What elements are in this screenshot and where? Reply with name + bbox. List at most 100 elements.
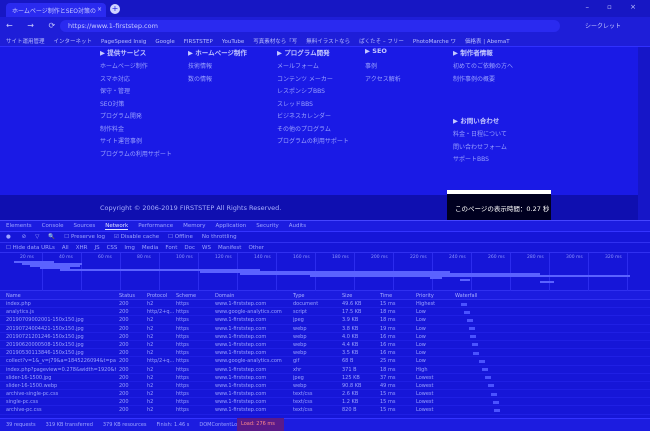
nav-link[interactable]: アクセス解析: [365, 74, 401, 87]
table-row[interactable]: 20190620000508-150x150.jpg 200 h2 https www.…: [0, 341, 650, 350]
cell-size: 49.6 KB: [342, 301, 362, 307]
nav-link[interactable]: 問い合わせフォーム: [453, 142, 507, 155]
tab-console[interactable]: Console: [42, 223, 64, 229]
nav-link[interactable]: 制作事例の概要: [453, 74, 513, 87]
bookmark-item[interactable]: 写真素材なら「写: [253, 39, 297, 45]
nav-link[interactable]: プログラム開発: [100, 111, 172, 124]
tab-memory[interactable]: Memory: [183, 223, 205, 229]
filter-type[interactable]: JS: [94, 245, 99, 251]
toolbar-control[interactable]: 🔍: [48, 234, 55, 240]
nav-link[interactable]: サイト運営事例: [100, 136, 172, 149]
nav-link[interactable]: メールフォーム: [277, 61, 349, 74]
nav-link[interactable]: プログラムの利用サポート: [277, 136, 349, 149]
filter-type[interactable]: Img: [124, 245, 134, 251]
nav-link[interactable]: コンテンツ メーカー: [277, 74, 349, 87]
nav-link[interactable]: サポートBBS: [453, 154, 507, 167]
filter-type[interactable]: ☐ Hide data URLs: [6, 245, 55, 251]
table-row[interactable]: analytics.js 200 http/2+q... https www.googl…: [0, 308, 650, 317]
bookmark-item[interactable]: サイト運用管理: [6, 39, 45, 45]
column-header[interactable]: Size: [342, 293, 352, 299]
nav-link[interactable]: 料金・日程について: [453, 129, 507, 142]
filter-type[interactable]: Media: [142, 245, 159, 251]
bookmark-item[interactable]: PageSpeed Insig: [101, 39, 146, 45]
nav-link[interactable]: 数の情報: [188, 74, 247, 87]
column-header[interactable]: Domain: [215, 293, 234, 299]
toolbar-control[interactable]: ☐ Offline: [168, 234, 193, 240]
nav-link[interactable]: レスポンシブBBS: [277, 86, 349, 99]
address-bar[interactable]: https://www.1-firststep.com: [60, 20, 560, 32]
cell-protocol: h2: [147, 317, 154, 324]
window-controls[interactable]: – ▫ ×: [585, 3, 644, 11]
new-tab-button[interactable]: +: [110, 4, 120, 14]
cell-protocol: h2: [147, 350, 154, 357]
bookmark-item[interactable]: YouTube: [222, 39, 244, 45]
toolbar-control[interactable]: ▽: [35, 234, 39, 240]
table-row[interactable]: index.php 200 h2 https www.1-firststep.com do…: [0, 300, 650, 309]
browser-tab[interactable]: ホームページ制作とSEO対策の ×: [6, 3, 106, 17]
nav-link[interactable]: 保守・管理: [100, 86, 172, 99]
bookmark-item[interactable]: 無料イラストなら: [306, 39, 350, 45]
bookmark-item[interactable]: Google: [155, 39, 174, 45]
page-scrollbar[interactable]: [638, 47, 650, 220]
column-header[interactable]: Time: [380, 293, 392, 299]
toolbar-control[interactable]: No throttling: [202, 234, 237, 240]
filter-type[interactable]: Font: [165, 245, 177, 251]
column-header[interactable]: Protocol: [147, 293, 167, 299]
nav-link[interactable]: 事例: [365, 61, 401, 74]
column-header[interactable]: Waterfall: [455, 293, 477, 299]
nav-link[interactable]: 技術情報: [188, 61, 247, 74]
filter-type[interactable]: CSS: [107, 245, 118, 251]
nav-link[interactable]: 初めてのご依頼の方へ: [453, 61, 513, 74]
table-row[interactable]: 20190721201246-150x150.jpg 200 h2 https www.…: [0, 333, 650, 341]
column-header[interactable]: Status: [119, 293, 135, 299]
bookmark-item[interactable]: 価格表 | AbemaT: [465, 39, 510, 45]
filter-type[interactable]: All: [62, 245, 69, 251]
filter-type[interactable]: XHR: [76, 245, 88, 251]
nav-link[interactable]: その他のプログラム: [277, 124, 349, 137]
nav-link[interactable]: プログラムの利用サポート: [100, 149, 172, 162]
table-row[interactable]: slider-16-1500.webp 200 h2 https www.1-first…: [0, 382, 650, 391]
toolbar-control[interactable]: ☑ Disable cache: [114, 234, 159, 240]
nav-link[interactable]: ホームページ制作: [100, 61, 172, 74]
bookmark-item[interactable]: ぱくたそ – フリー: [359, 39, 404, 45]
nav-link[interactable]: ビジネスカレンダー: [277, 111, 349, 124]
column-header[interactable]: Type: [293, 293, 304, 299]
nav-link[interactable]: スレッドBBS: [277, 99, 349, 112]
table-row[interactable]: 20190724004421-150x150.jpg 200 h2 https www.…: [0, 325, 650, 333]
nav-link[interactable]: 制作料金: [100, 124, 172, 137]
profile-button[interactable]: シークレット: [585, 21, 621, 30]
bookmark-item[interactable]: PhotoMarche ワ: [413, 39, 456, 45]
tab-elements[interactable]: Elements: [6, 223, 32, 229]
filter-type[interactable]: WS: [202, 245, 211, 251]
toolbar-control[interactable]: ☐ Preserve log: [64, 234, 105, 240]
network-overview-timeline[interactable]: 20 ms 40 ms 60 ms 80 ms 100 ms 120 ms 140 ms 16…: [0, 253, 650, 291]
filter-type[interactable]: Doc: [184, 245, 195, 251]
table-row[interactable]: archive-single-pc.css 200 h2 https www.1-fir…: [0, 390, 650, 399]
column-header[interactable]: Name: [6, 293, 21, 299]
tab-audits[interactable]: Audits: [289, 223, 306, 229]
table-row[interactable]: single-pc.css 200 h2 https www.1-firststep.c…: [0, 398, 650, 407]
cell-scheme: https: [176, 350, 189, 357]
toolbar-control[interactable]: ●: [6, 234, 13, 240]
table-row[interactable]: 20190709002001-150x150.jpg 200 h2 https www.…: [0, 316, 650, 325]
close-icon[interactable]: ×: [97, 6, 102, 13]
table-row[interactable]: slider-16-1500.jpg 200 h2 https www.1-firsts…: [0, 374, 650, 382]
nav-link[interactable]: スマホ対応: [100, 74, 172, 87]
table-row[interactable]: 20190530113846-150x150.jpg 200 h2 https www.…: [0, 349, 650, 358]
filter-type[interactable]: Other: [248, 245, 264, 251]
toolbar-control[interactable]: ⊘: [22, 234, 27, 240]
tab-application[interactable]: Application: [215, 223, 246, 229]
tab-performance[interactable]: Performance: [138, 223, 173, 229]
bookmark-item[interactable]: FIRSTSTEP: [184, 39, 213, 45]
column-header[interactable]: Priority: [416, 293, 434, 299]
table-row[interactable]: index.php?pageview=0.278&width=1920&he..…: [0, 366, 650, 374]
column-header[interactable]: Scheme: [176, 293, 196, 299]
table-row[interactable]: archive-pc.css 200 h2 https www.1-firststep.…: [0, 406, 650, 415]
nav-link[interactable]: SEO対策: [100, 99, 172, 112]
bookmark-item[interactable]: インターネット: [54, 39, 93, 45]
tab-network[interactable]: Network: [105, 223, 129, 230]
tab-sources[interactable]: Sources: [73, 223, 95, 229]
filter-type[interactable]: Manifest: [218, 245, 241, 251]
tab-security[interactable]: Security: [256, 223, 279, 229]
table-row[interactable]: collect?v=1&_v=j79&a=1845226094&t=pagev.…: [0, 357, 650, 366]
